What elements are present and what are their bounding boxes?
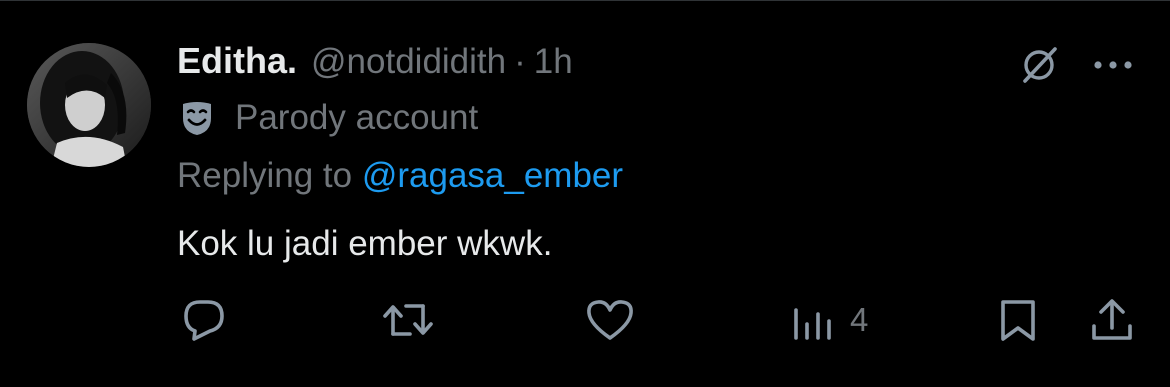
post-header: Editha. @notdididith · 1h [177, 40, 573, 86]
bookmark-icon [1001, 300, 1035, 341]
more-icon[interactable] [1090, 42, 1136, 88]
like-button[interactable] [584, 294, 636, 346]
share-icon [1092, 299, 1132, 340]
user-handle[interactable]: @notdididith [311, 42, 506, 82]
share-button[interactable] [1088, 294, 1136, 346]
avatar[interactable] [27, 43, 151, 167]
grok-icon[interactable] [1016, 42, 1062, 88]
post-text: Kok lu jadi ember wkwk. [177, 224, 553, 263]
retweet-button[interactable] [382, 294, 434, 346]
top-divider [0, 0, 1170, 1]
views-button[interactable]: 4 [790, 294, 868, 346]
views-count: 4 [850, 301, 869, 338]
parody-label: Parody account [177, 96, 478, 140]
display-name[interactable]: Editha. [177, 40, 297, 82]
avatar-image [27, 43, 151, 167]
views-icon [794, 308, 831, 340]
post-time[interactable]: 1h [534, 42, 573, 82]
replying-to: Replying to @ragasa_ember [177, 156, 623, 196]
bookmark-button[interactable] [996, 294, 1040, 346]
heart-icon [587, 300, 633, 340]
replying-to-mention[interactable]: @ragasa_ember [362, 156, 623, 195]
replying-to-prefix: Replying to [177, 156, 362, 195]
reply-icon [184, 300, 224, 341]
parody-label-text: Parody account [235, 98, 479, 137]
separator-dot: · [514, 42, 526, 81]
theater-mask-icon [183, 102, 211, 135]
retweet-icon [383, 304, 433, 336]
reply-button[interactable] [180, 294, 228, 346]
